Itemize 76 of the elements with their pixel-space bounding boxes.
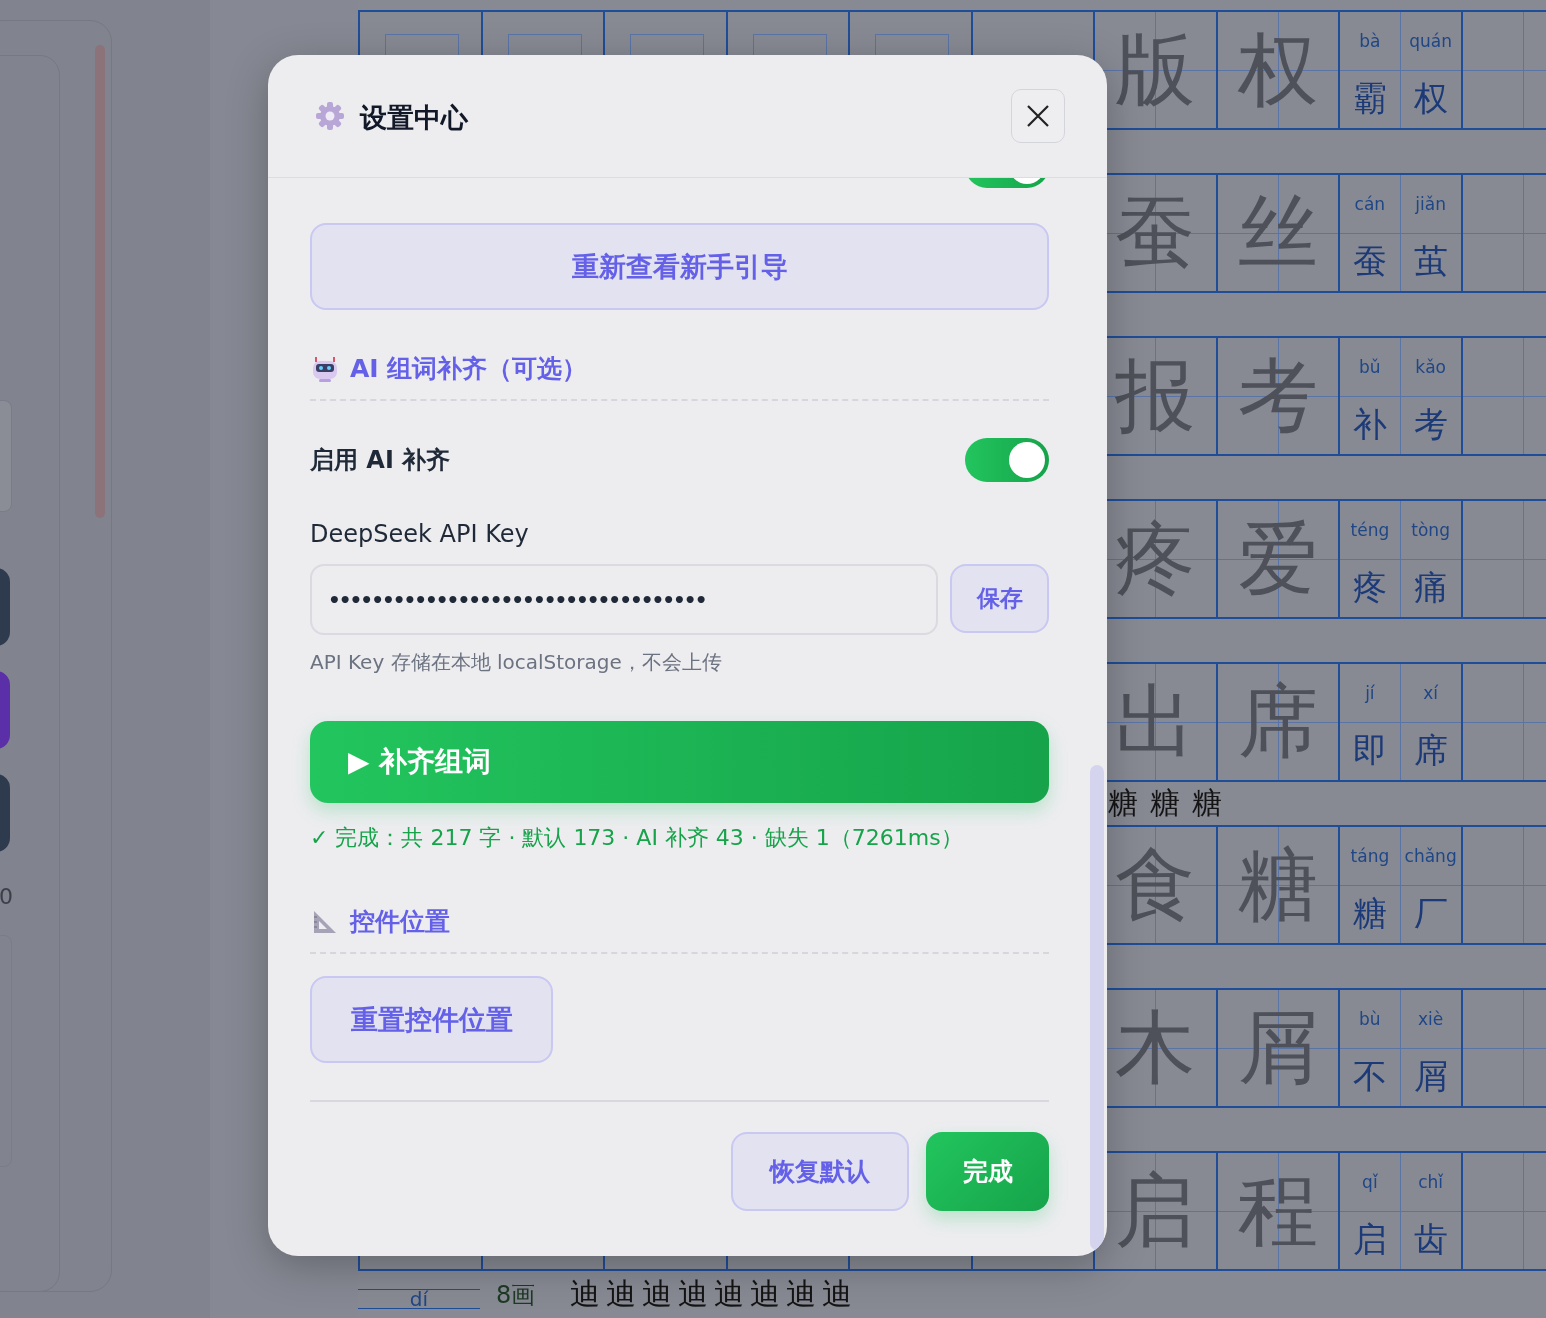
word-character: 茧 bbox=[1412, 240, 1449, 284]
guide-button[interactable]: 重新查看新手引导 bbox=[310, 223, 1049, 310]
stroke-count: 8画 bbox=[495, 1280, 537, 1311]
word-character: 霸 bbox=[1340, 70, 1401, 128]
tracing-character: 屑 bbox=[1236, 1000, 1319, 1096]
stroke-character: 迪 bbox=[570, 1275, 600, 1313]
pinyin-text: chǐ bbox=[1417, 1170, 1445, 1194]
section-heading: 控件位置 bbox=[350, 906, 450, 938]
pinyin-text: jí bbox=[1340, 664, 1401, 722]
tracing-character: 报 bbox=[1114, 348, 1197, 444]
word-character: 考 bbox=[1412, 403, 1449, 447]
word-character: 补 bbox=[1340, 396, 1401, 454]
tracing-character: 食 bbox=[1114, 837, 1197, 933]
word-character: 厂 bbox=[1412, 892, 1449, 936]
stroke-character: 迪 bbox=[822, 1275, 852, 1313]
tracing-character: 丝 bbox=[1236, 185, 1319, 281]
pinyin-text: kǎo bbox=[1414, 355, 1447, 379]
stroke-character: 糖 bbox=[1192, 784, 1222, 822]
dialog-title: 设置中心 bbox=[360, 101, 469, 135]
section-heading: AI 组词补齐（可选） bbox=[350, 353, 588, 385]
word-character: 疼 bbox=[1340, 559, 1401, 617]
tracing-character: 出 bbox=[1114, 674, 1197, 770]
stroke-character: 迪 bbox=[606, 1275, 636, 1313]
tracing-character: 考 bbox=[1236, 348, 1319, 444]
tracing-character: 席 bbox=[1236, 674, 1319, 770]
pinyin-text: bà bbox=[1340, 12, 1401, 70]
tracing-character: 启 bbox=[1114, 1163, 1197, 1259]
pinyin-text: dí bbox=[409, 1287, 429, 1311]
word-character: 即 bbox=[1340, 722, 1401, 780]
stroke-character: 迪 bbox=[714, 1275, 744, 1313]
pinyin-text: xiè bbox=[1417, 1007, 1445, 1031]
pinyin-text: cán bbox=[1340, 175, 1401, 233]
word-character: 启 bbox=[1340, 1211, 1401, 1269]
stroke-character: 迪 bbox=[786, 1275, 816, 1313]
pinyin-text: tòng bbox=[1410, 518, 1451, 542]
pinyin-text: téng bbox=[1340, 501, 1401, 559]
pinyin-text: xí bbox=[1422, 681, 1439, 705]
word-character: 齿 bbox=[1412, 1218, 1449, 1262]
setting-label: 启用 AI 补齐 bbox=[310, 445, 451, 476]
tracing-character: 程 bbox=[1236, 1163, 1319, 1259]
fill-words-button[interactable]: ▶ 补齐组词 bbox=[310, 721, 1049, 803]
field-label: DeepSeek API Key bbox=[310, 520, 530, 548]
tracing-character: 木 bbox=[1114, 1000, 1197, 1096]
save-button[interactable]: 保存 bbox=[950, 564, 1049, 633]
stroke-character: 糖 bbox=[1108, 784, 1138, 822]
pinyin-text: bù bbox=[1340, 990, 1401, 1048]
tracing-character: 糖 bbox=[1236, 837, 1319, 933]
restore-button[interactable]: 恢复默认 bbox=[731, 1132, 909, 1211]
pinyin-text: quán bbox=[1408, 29, 1453, 53]
pinyin-text: jiǎn bbox=[1414, 192, 1447, 216]
word-character: 蚕 bbox=[1340, 233, 1401, 291]
tracing-character: 蚕 bbox=[1114, 185, 1197, 281]
reset-button[interactable]: 重置控件位置 bbox=[310, 976, 553, 1063]
tracing-character: 版 bbox=[1114, 22, 1197, 118]
status-text: ✓ 完成：共 217 字 · 默认 173 · AI 补齐 43 · 缺失 1（7261ms） bbox=[310, 824, 964, 852]
counter-text: 0 bbox=[0, 884, 13, 909]
api-key-field[interactable]: ••••••••••••••••••••••••••••••••••• bbox=[310, 564, 938, 635]
tracing-character: 权 bbox=[1236, 22, 1319, 118]
word-character: 权 bbox=[1412, 77, 1449, 121]
pinyin-text: táng bbox=[1340, 827, 1401, 885]
pinyin-text: bǔ bbox=[1340, 338, 1401, 396]
pinyin-text: chǎng bbox=[1403, 844, 1458, 868]
stroke-character: 迪 bbox=[678, 1275, 708, 1313]
word-character: 糖 bbox=[1340, 885, 1401, 943]
pinyin-text: qǐ bbox=[1340, 1153, 1401, 1211]
stroke-character: 迪 bbox=[750, 1275, 780, 1313]
tracing-character: 爱 bbox=[1236, 511, 1319, 607]
stroke-character: 迪 bbox=[642, 1275, 672, 1313]
hint-text: API Key 存储在本地 localStorage，不会上传 bbox=[310, 649, 723, 676]
tracing-character: 疼 bbox=[1114, 511, 1197, 607]
stroke-character: 糖 bbox=[1150, 784, 1180, 822]
word-character: 不 bbox=[1340, 1048, 1401, 1106]
word-character: 屑 bbox=[1412, 1055, 1449, 1099]
word-character: 席 bbox=[1412, 729, 1449, 773]
done-button[interactable]: 完成 bbox=[926, 1132, 1049, 1211]
word-character: 痛 bbox=[1412, 566, 1449, 610]
